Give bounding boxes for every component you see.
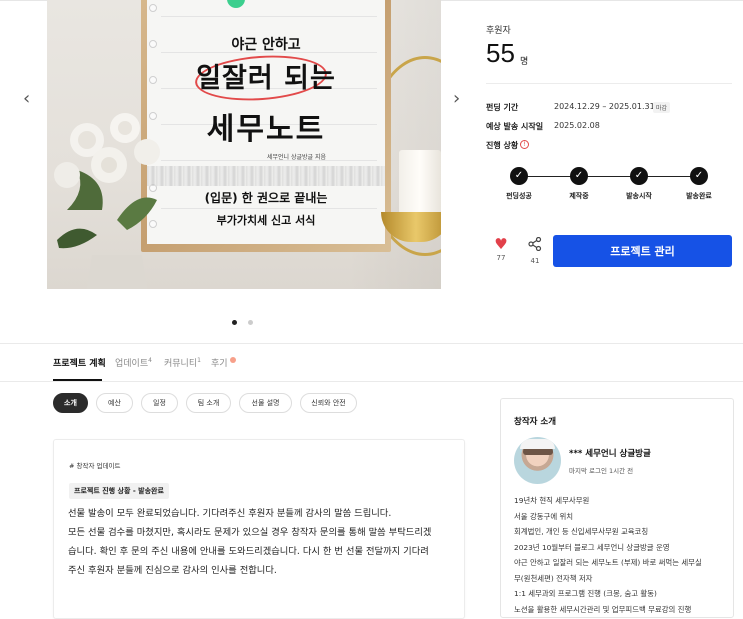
step-label-shipping-start: 발송시작 xyxy=(626,192,652,200)
white-roses-vase xyxy=(54,113,160,289)
bio-line: 2023년 10월부터 블로그 세무언니 상글방글 운영 xyxy=(514,542,670,552)
candle xyxy=(399,150,441,214)
chip-trust-safety[interactable]: 신뢰와 안전 xyxy=(300,393,357,413)
bio-line: 야근 안하고 일잘러 되는 세무노트 (부제) 바로 써먹는 세무실 xyxy=(514,558,702,567)
closed-badge: 마감 xyxy=(653,102,671,113)
creator-bio: 19년차 현직 세무사무원 서울 강동구에 위치 회계법인, 개인 등 신입세무… xyxy=(514,493,726,617)
chip-schedule[interactable]: 일정 xyxy=(141,393,178,413)
tab-project-plan[interactable]: 프로젝트 계획 xyxy=(53,356,106,369)
share-count: 41 xyxy=(530,257,540,265)
share-button[interactable]: 41 xyxy=(524,236,546,265)
bio-line: 무(원천세편) 전자책 저자 xyxy=(514,573,593,583)
ship-start-value: 2025.02.08 xyxy=(554,121,600,130)
bio-line: 회계법인, 개인 등 신입세무사무원 교육코칭 xyxy=(514,527,649,536)
tab-community-count: 1 xyxy=(197,357,201,364)
step-label-funded: 펀딩성공 xyxy=(506,192,532,200)
bio-line: 노션을 활용한 세무시간관리 및 업무피드백 무료강의 진행 xyxy=(514,604,692,614)
creator-name[interactable]: *** 세무언니 상글방글 xyxy=(569,447,651,459)
avatar[interactable] xyxy=(514,437,561,484)
creator-section-title: 창작자 소개 xyxy=(514,417,557,427)
creator-last-login: 마지막 로그인 1시간 전 xyxy=(569,467,634,475)
chip-team[interactable]: 팀 소개 xyxy=(186,393,231,413)
update-line: 모든 선물 검수를 마쳤지만, 혹시라도 문제가 있으실 경우 창작자 문의를 … xyxy=(68,527,432,538)
tab-community-label: 커뮤니티 xyxy=(164,359,198,369)
update-body: 선물 발송이 모두 완료되었습니다. 기다려주신 후원자 분들께 감사의 말씀 … xyxy=(68,504,458,580)
creator-intro-panel: 창작자 소개 *** 세무언니 상글방글 마지막 로그인 1시간 전 19년차 … xyxy=(500,398,734,618)
progress-label: 진행 상황 xyxy=(486,141,519,150)
avatar-cap xyxy=(520,439,555,449)
chip-reward-desc[interactable]: 선물 설명 xyxy=(239,393,292,413)
section-divider xyxy=(0,343,743,344)
bio-line: 서울 강동구에 위치 xyxy=(514,511,574,521)
update-line: 습니다. 확인 후 문의 주신 내용에 안내를 도와드리겠습니다. 다시 한 번… xyxy=(68,546,429,557)
update-line: 선물 발송이 모두 완료되었습니다. 기다려주신 후원자 분들께 감사의 말씀 … xyxy=(68,508,392,519)
slide-dot-active[interactable] xyxy=(232,320,237,325)
tab-updates-count: 4 xyxy=(148,357,152,364)
like-count: 77 xyxy=(496,254,506,262)
share-icon xyxy=(528,236,542,252)
tab-reviews[interactable]: 후기 xyxy=(211,356,236,369)
poster-subtitle: 야근 안하고 xyxy=(231,37,301,53)
info-divider xyxy=(486,83,732,84)
step-check-icon: ✓ xyxy=(630,167,648,185)
ship-start-label: 예상 발송 시작일 xyxy=(486,122,544,131)
binder-ring xyxy=(149,4,157,12)
update-tag: # 창작자 업데이트 xyxy=(69,462,121,470)
poster-author: 세무언니 상글방글 지음 xyxy=(267,154,327,161)
info-icon[interactable]: ! xyxy=(520,140,529,149)
green-clip xyxy=(227,0,245,8)
prev-slide-arrow[interactable]: ‹ xyxy=(23,88,30,109)
chip-intro[interactable]: 소개 xyxy=(53,393,88,413)
manage-project-button[interactable]: 프로젝트 관리 xyxy=(553,235,732,267)
update-status-pill: 프로젝트 진행 상황 - 발송완료 xyxy=(69,483,169,499)
paper-line xyxy=(161,208,377,209)
funding-period-value: 2024.12.29 – 2025.01.31 xyxy=(554,102,655,111)
step-check-icon: ✓ xyxy=(570,167,588,185)
progress-track xyxy=(519,176,699,177)
step-check-icon: ✓ xyxy=(510,167,528,185)
funding-period-label: 펀딩 기간 xyxy=(486,103,519,112)
tabs-divider xyxy=(0,381,743,382)
tab-updates-label: 업데이트 xyxy=(115,359,149,369)
update-line: 주신 후원자 분들께 진심으로 감사의 인사를 전합니다. xyxy=(68,565,277,576)
step-check-icon: ✓ xyxy=(690,167,708,185)
bio-line: 1:1 세무과외 프로그램 진행 (크몽, 숨고 활동) xyxy=(514,589,657,598)
bio-line: 19년차 현직 세무사무원 xyxy=(514,496,590,505)
paper-line xyxy=(161,16,377,17)
supporters-label: 후원자 xyxy=(486,26,511,36)
step-label-production: 제작중 xyxy=(569,192,589,200)
supporters-count: 55 xyxy=(486,38,515,68)
slide-indicator[interactable] xyxy=(232,310,259,329)
heart-icon: ♥ xyxy=(494,235,508,253)
chip-budget[interactable]: 예산 xyxy=(96,393,133,413)
next-slide-arrow[interactable]: › xyxy=(453,88,460,109)
like-button[interactable]: ♥ 77 xyxy=(490,236,512,262)
tab-updates[interactable]: 업데이트4 xyxy=(115,356,152,369)
project-hero-image: 야근 안하고 일잘러 되는 세무노트 세무언니 상글방글 지음 (입문) 한 권… xyxy=(47,0,441,289)
tab-community[interactable]: 커뮤니티1 xyxy=(164,356,201,369)
supporters-unit: 명 xyxy=(520,57,529,67)
step-label-shipping-done: 발송완료 xyxy=(686,192,712,200)
slide-dot[interactable] xyxy=(248,320,254,325)
tab-reviews-label: 후기 xyxy=(211,359,228,369)
creator-update-card[interactable]: # 창작자 업데이트 프로젝트 진행 상황 - 발송완료 선물 발송이 모두 완… xyxy=(53,439,465,619)
new-badge xyxy=(229,357,236,363)
